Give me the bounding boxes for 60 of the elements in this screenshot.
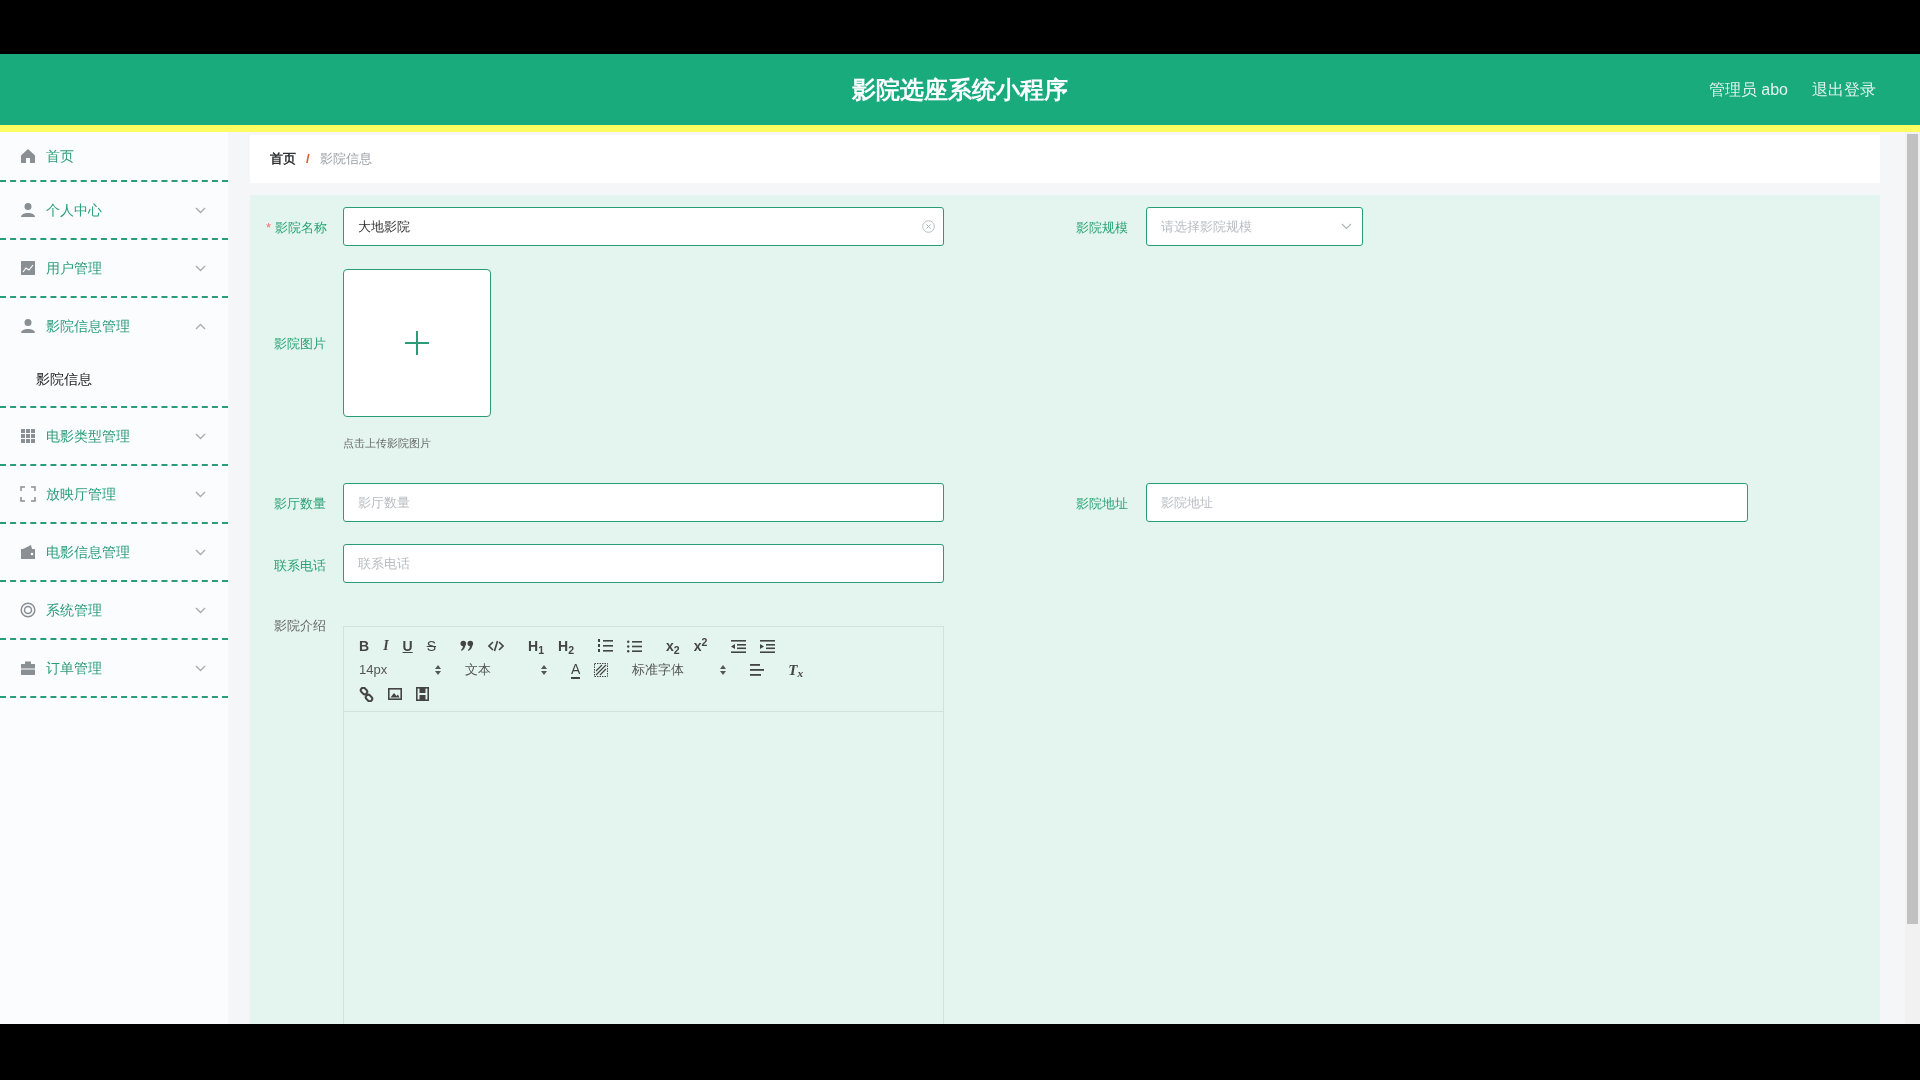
name-field[interactable]: 大地影院	[343, 207, 944, 246]
field-label: 影院介绍	[274, 617, 326, 635]
user-icon	[20, 318, 36, 334]
field-label: 影院地址	[1076, 495, 1128, 513]
submenu-item[interactable]: 影院信息	[0, 354, 228, 404]
font-color-button[interactable]: A	[571, 661, 581, 679]
wallet-icon	[20, 544, 36, 560]
numbered-list-icon[interactable]	[598, 639, 613, 653]
image-upload-box[interactable]	[343, 269, 491, 417]
required-mark: *	[266, 219, 272, 237]
format-button[interactable]: x$_{2}$	[666, 639, 680, 653]
scale-select[interactable]: 请选择影院规模	[1146, 207, 1363, 246]
app-title: 影院选座系统小程序	[852, 74, 1068, 105]
format-button[interactable]: S	[426, 639, 437, 653]
dropdown-picker[interactable]: 标准字体	[632, 661, 727, 679]
fullscreen-icon	[20, 486, 36, 502]
breadcrumb-item[interactable]: 首页	[270, 149, 296, 169]
breadcrumb-separator: /	[306, 150, 310, 169]
format-button[interactable]: I	[383, 639, 389, 653]
sort-icon	[435, 665, 441, 675]
briefcase-icon	[20, 660, 36, 676]
plus-icon	[405, 331, 429, 355]
user-label: 管理员 abo	[1708, 79, 1788, 100]
chart-icon	[20, 260, 36, 276]
upload-hint: 点击上传影院图片	[343, 436, 431, 451]
input-field[interactable]: 联系电话	[343, 544, 944, 583]
format-button[interactable]: H$_{1}$	[528, 639, 544, 653]
sort-icon	[720, 665, 727, 675]
field-label: 影院规模	[1076, 219, 1128, 237]
input-field[interactable]: 影院地址	[1146, 483, 1748, 522]
code-icon[interactable]	[488, 640, 505, 652]
format-button[interactable]: x$^{2}$	[693, 639, 708, 653]
user-icon	[20, 202, 36, 218]
field-label: 影院图片	[274, 335, 326, 353]
field-label: 影院名称	[275, 219, 327, 237]
link-icon[interactable]	[359, 686, 374, 702]
highlight-icon[interactable]	[594, 663, 609, 677]
field-label: 联系电话	[274, 557, 326, 575]
home-icon	[20, 148, 36, 164]
bullet-list-icon[interactable]	[627, 639, 642, 653]
format-button[interactable]: B	[359, 639, 370, 653]
format-button[interactable]: U	[402, 639, 413, 653]
video-icon[interactable]	[416, 687, 429, 701]
lifebuoy-icon	[20, 602, 36, 618]
field-label: 影厅数量	[274, 495, 326, 513]
quote-icon[interactable]	[460, 640, 475, 652]
image-icon[interactable]	[388, 688, 402, 700]
scrollbar[interactable]	[1905, 132, 1920, 1024]
grid-icon	[20, 428, 36, 444]
dropdown-picker[interactable]: 14px	[359, 661, 441, 679]
clear-format-button[interactable]: T$_{x}$	[788, 662, 804, 678]
dropdown-picker[interactable]: 文本	[465, 661, 547, 679]
indent-icon[interactable]	[760, 639, 776, 653]
align-icon[interactable]	[750, 664, 765, 676]
chevron-icon	[1341, 223, 1352, 230]
format-button[interactable]: H$_{2}$	[558, 639, 574, 653]
outdent-icon[interactable]	[731, 639, 747, 653]
sort-icon	[541, 665, 547, 675]
breadcrumb-item: 影院信息	[319, 150, 372, 169]
input-field[interactable]: 影厅数量	[343, 483, 944, 522]
